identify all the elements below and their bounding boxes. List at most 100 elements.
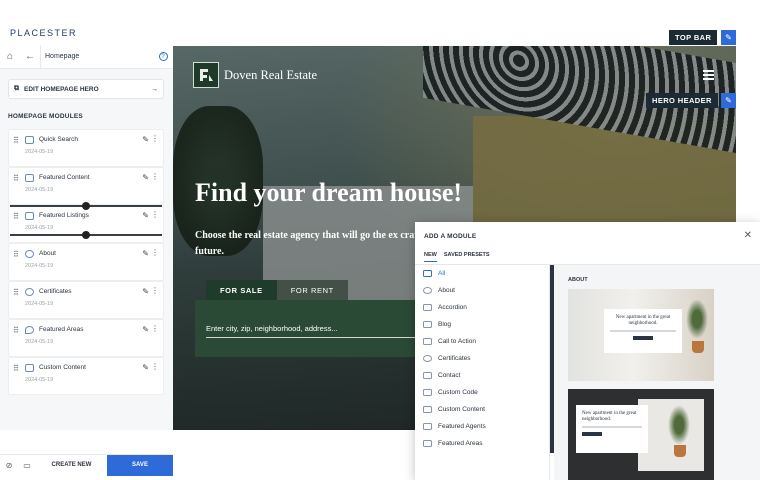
module-about[interactable]: ⠿ About 2024-05-19 ✎ ⋮ bbox=[8, 243, 164, 281]
preview-label: ABOUT bbox=[568, 277, 588, 283]
module-preview-pane: ABOUT New apartment in the great neighbo… bbox=[554, 265, 760, 480]
sidebar-footer: ⊘ ▭ CREATE NEW SAVE bbox=[0, 454, 173, 476]
edit-hero-header-icon[interactable]: ✎ bbox=[721, 93, 736, 108]
arrow-right-icon: → bbox=[151, 85, 158, 93]
content-module-icon bbox=[25, 174, 34, 182]
module-type-about[interactable]: About bbox=[415, 282, 549, 299]
help-button[interactable]: ? bbox=[153, 52, 173, 61]
site-logo[interactable]: Doven Real Estate bbox=[193, 62, 317, 88]
module-name: Certificates bbox=[39, 288, 72, 295]
module-type-accordion[interactable]: Accordion bbox=[415, 299, 549, 316]
edit-pencil-icon[interactable]: ✎ bbox=[142, 135, 149, 144]
module-type-custom-content[interactable]: Custom Content bbox=[415, 401, 549, 418]
module-type-call-to-action[interactable]: Call to Action bbox=[415, 333, 549, 350]
search-underline bbox=[206, 337, 436, 338]
more-options-icon[interactable]: ⋮ bbox=[151, 286, 159, 295]
envelope-icon bbox=[423, 372, 432, 379]
tab-for-sale[interactable]: FOR SALE bbox=[206, 280, 277, 300]
accordion-icon bbox=[423, 304, 432, 311]
list-item-label: Custom Code bbox=[438, 389, 478, 396]
certificate-module-icon bbox=[25, 288, 34, 296]
hero-header-tag: HERO HEADER bbox=[646, 93, 718, 108]
desktop-preview-icon[interactable]: ▭ bbox=[18, 455, 36, 476]
module-name: Quick Search bbox=[39, 136, 79, 143]
module-type-blog[interactable]: Blog bbox=[415, 316, 549, 333]
home-icon[interactable]: ⌂ bbox=[0, 45, 20, 69]
edit-homepage-hero-button[interactable]: ⧉ EDIT HOMEPAGE HERO → bbox=[8, 79, 164, 99]
module-type-custom-code[interactable]: Custom Code bbox=[415, 384, 549, 401]
edit-top-bar-icon[interactable]: ✎ bbox=[721, 30, 736, 45]
more-options-icon[interactable]: ⋮ bbox=[151, 172, 159, 181]
module-type-certificates[interactable]: Certificates bbox=[415, 350, 549, 367]
module-custom-content[interactable]: ⠿ Custom Content 2024-05-19 ✎ ⋮ bbox=[8, 357, 164, 395]
thumb-button bbox=[633, 336, 653, 340]
module-name: Custom Content bbox=[39, 364, 86, 371]
spacing-slider-top[interactable] bbox=[10, 202, 162, 210]
save-button[interactable]: SAVE bbox=[107, 454, 173, 476]
spacing-slider-bottom[interactable] bbox=[10, 231, 162, 239]
hamburger-menu-icon[interactable] bbox=[703, 70, 714, 82]
hero-search-box: Enter city, zip, neighborhood, address..… bbox=[195, 300, 443, 357]
edit-pencil-icon[interactable]: ✎ bbox=[142, 249, 149, 258]
list-item-label: Featured Areas bbox=[438, 440, 483, 447]
homepage-modules-heading: HOMEPAGE MODULES bbox=[8, 113, 83, 120]
checkbox-icon bbox=[423, 270, 432, 277]
search-input[interactable]: Enter city, zip, neighborhood, address..… bbox=[206, 324, 338, 333]
search-tabs: FOR SALE FOR RENT bbox=[206, 280, 348, 300]
hero-subtitle: Choose the real estate agency that will … bbox=[195, 230, 444, 257]
about-layout-thumbnail-light[interactable]: New apartment in the great neighborhood. bbox=[568, 289, 714, 381]
drag-handle-icon[interactable]: ⠿ bbox=[13, 174, 19, 183]
thumb-button bbox=[582, 432, 602, 436]
more-options-icon[interactable]: ⋮ bbox=[151, 248, 159, 257]
brand-logo: PLACESTER bbox=[10, 28, 78, 38]
drag-handle-icon[interactable]: ⠿ bbox=[13, 288, 19, 297]
tab-saved-presets[interactable]: SAVED PRESETS bbox=[444, 252, 490, 262]
module-certificates[interactable]: ⠿ Certificates 2024-05-19 ✎ ⋮ bbox=[8, 281, 164, 319]
edit-pencil-icon[interactable]: ✎ bbox=[142, 211, 149, 220]
edit-pencil-icon[interactable]: ✎ bbox=[142, 287, 149, 296]
module-date: 2024-05-19 bbox=[25, 263, 54, 269]
module-type-list: All About Accordion Blog Call to Action … bbox=[415, 265, 550, 480]
dialog-title: ADD A MODULE bbox=[424, 233, 477, 240]
more-options-icon[interactable]: ⋮ bbox=[151, 324, 159, 333]
more-options-icon[interactable]: ⋮ bbox=[151, 134, 159, 143]
drag-handle-icon[interactable]: ⠿ bbox=[13, 250, 19, 259]
pot-decoration bbox=[674, 445, 686, 457]
module-type-all[interactable]: All bbox=[415, 265, 549, 282]
module-featured-areas[interactable]: ⠿ Featured Areas 2024-05-19 ✎ ⋮ bbox=[8, 319, 164, 357]
edit-pencil-icon[interactable]: ✎ bbox=[142, 173, 149, 182]
tab-new[interactable]: NEW bbox=[424, 252, 437, 262]
close-icon[interactable]: ✕ bbox=[744, 230, 752, 241]
module-featured-content[interactable]: ⠿ Featured Content 2024-05-19 ✎ ⋮ bbox=[8, 167, 164, 205]
back-arrow-icon[interactable]: ← bbox=[20, 45, 40, 69]
slider-knob[interactable] bbox=[82, 202, 90, 210]
module-quick-search[interactable]: ⠿ Quick Search 2024-05-19 ✎ ⋮ bbox=[8, 129, 164, 167]
drag-handle-icon[interactable]: ⠿ bbox=[13, 136, 19, 145]
edit-pencil-icon[interactable]: ✎ bbox=[142, 363, 149, 372]
about-layout-thumbnail-dark[interactable]: New apartment in the great neighborhood. bbox=[568, 389, 714, 480]
list-item-label: About bbox=[438, 287, 455, 294]
certificate-icon bbox=[423, 355, 432, 362]
thumb-card-title: New apartment in the great neighborhood. bbox=[582, 411, 637, 422]
location-module-icon bbox=[25, 326, 34, 334]
tab-for-rent[interactable]: FOR RENT bbox=[276, 280, 348, 300]
module-type-contact[interactable]: Contact bbox=[415, 367, 549, 384]
slider-knob[interactable] bbox=[82, 231, 90, 239]
create-new-button[interactable]: CREATE NEW bbox=[36, 462, 107, 468]
list-item-label: Contact bbox=[438, 372, 461, 379]
drag-handle-icon[interactable]: ⠿ bbox=[13, 212, 19, 221]
hide-eye-icon[interactable]: ⊘ bbox=[0, 455, 18, 476]
module-type-featured-areas[interactable]: Featured Areas bbox=[415, 435, 549, 452]
module-type-featured-agents[interactable]: Featured Agents bbox=[415, 418, 549, 435]
drag-handle-icon[interactable]: ⠿ bbox=[13, 326, 19, 335]
edit-hero-label: EDIT HOMEPAGE HERO bbox=[24, 85, 99, 93]
plant-decoration bbox=[686, 299, 708, 339]
content-icon bbox=[423, 406, 432, 413]
more-options-icon[interactable]: ⋮ bbox=[151, 210, 159, 219]
edit-pencil-icon[interactable]: ✎ bbox=[142, 325, 149, 334]
drag-handle-icon[interactable]: ⠿ bbox=[13, 364, 19, 373]
module-date: 2024-05-19 bbox=[25, 187, 54, 193]
about-module-icon bbox=[25, 250, 34, 258]
list-item-label: Call to Action bbox=[438, 338, 476, 345]
more-options-icon[interactable]: ⋮ bbox=[151, 362, 159, 371]
